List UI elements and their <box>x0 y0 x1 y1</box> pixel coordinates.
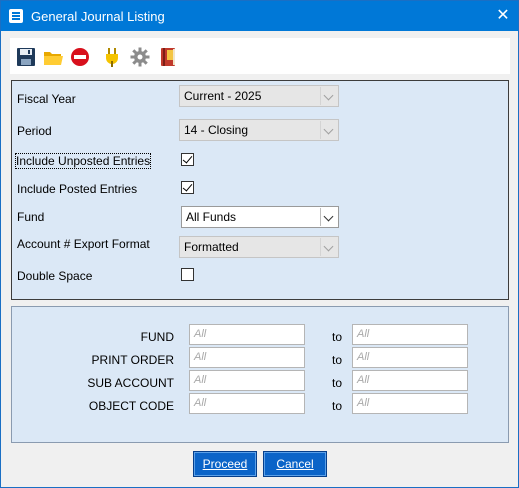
stop-icon[interactable] <box>69 46 91 68</box>
fiscal-year-label: Fiscal Year <box>17 92 76 106</box>
include-unposted-checkbox[interactable] <box>181 153 194 166</box>
double-space-checkbox[interactable] <box>181 268 194 281</box>
fund-select[interactable]: All Funds <box>181 206 339 228</box>
range-label-object-code: OBJECT CODE <box>88 399 174 413</box>
print-order-to-input[interactable]: All <box>352 347 468 368</box>
account-export-format-value: Formatted <box>184 240 239 254</box>
double-space-label[interactable]: Double Space <box>17 269 92 283</box>
account-export-format-select: Formatted <box>179 236 339 258</box>
close-icon[interactable]: ✕ <box>488 1 518 31</box>
book-icon[interactable] <box>157 46 179 68</box>
period-label: Period <box>17 124 52 138</box>
cancel-button[interactable]: Cancel <box>263 451 327 477</box>
folder-open-icon[interactable] <box>42 46 64 68</box>
window-title: General Journal Listing <box>31 9 165 24</box>
fiscal-year-value: Current - 2025 <box>184 89 262 103</box>
include-posted-label[interactable]: Include Posted Entries <box>17 182 137 196</box>
options-panel: Fiscal Year Current - 2025 Period 14 - C… <box>11 80 509 300</box>
sub-account-to-input[interactable]: All <box>352 370 468 391</box>
fund-value: All Funds <box>186 210 237 224</box>
to-label: to <box>332 330 343 344</box>
range-label-print-order: PRINT ORDER <box>91 353 174 367</box>
to-label: to <box>332 376 343 390</box>
dialog-window: General Journal Listing ✕ Fiscal Year Cu… <box>0 0 519 488</box>
range-label-sub-account: SUB ACCOUNT <box>87 376 174 390</box>
sub-account-from-input[interactable]: All <box>189 370 305 391</box>
chevron-down-icon <box>320 238 337 256</box>
range-label-fund: FUND <box>140 330 174 344</box>
fund-from-input[interactable]: All <box>189 324 305 345</box>
proceed-button[interactable]: Proceed <box>193 451 257 477</box>
object-code-to-input[interactable]: All <box>352 393 468 414</box>
gear-icon[interactable] <box>129 46 151 68</box>
account-export-format-label: Account # Export Format <box>17 237 150 251</box>
include-unposted-label[interactable]: Include Unposted Entries <box>14 153 152 169</box>
object-code-from-input[interactable]: All <box>189 393 305 414</box>
period-select: 14 - Closing <box>179 119 339 141</box>
proceed-button-label: Proceed <box>202 457 248 471</box>
period-value: 14 - Closing <box>184 123 249 137</box>
to-label: to <box>332 353 343 367</box>
save-icon[interactable] <box>15 46 37 68</box>
title-bar[interactable]: General Journal Listing ✕ <box>1 1 518 31</box>
fund-to-input[interactable]: All <box>352 324 468 345</box>
fiscal-year-select: Current - 2025 <box>179 85 339 107</box>
fund-label: Fund <box>17 210 45 224</box>
include-posted-checkbox[interactable] <box>181 181 194 194</box>
chevron-down-icon[interactable] <box>320 208 337 226</box>
chevron-down-icon <box>320 87 337 105</box>
cancel-button-label: Cancel <box>276 457 314 471</box>
plug-icon[interactable] <box>101 46 123 68</box>
toolbar <box>10 38 510 74</box>
app-icon <box>9 9 23 23</box>
ranges-panel: FUND All to All PRINT ORDER All to All S… <box>11 306 509 443</box>
print-order-from-input[interactable]: All <box>189 347 305 368</box>
to-label: to <box>332 399 343 413</box>
chevron-down-icon <box>320 121 337 139</box>
